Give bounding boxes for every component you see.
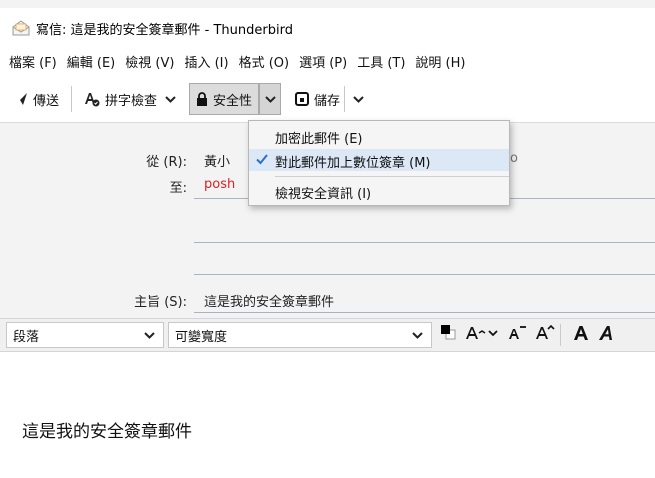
recipient-row-empty-2[interactable] — [0, 247, 655, 275]
menu-item-view-security-info[interactable]: 檢視安全資訊 (I) — [249, 180, 509, 202]
subject-row: 主旨 (S): 這是我的安全簽章郵件 — [0, 285, 655, 313]
paragraph-format-select[interactable]: 段落 — [6, 322, 164, 348]
from-label: 從 (R): — [146, 155, 187, 170]
toolbar-separator — [71, 86, 73, 112]
from-field-tail: o — [510, 151, 518, 166]
recipient-field-underline — [194, 274, 655, 275]
menu-edit[interactable]: 編輯 (E) — [67, 52, 116, 71]
security-label: 安全性 — [213, 93, 253, 109]
encrypt-message-label: 加密此郵件 (E) — [275, 132, 363, 147]
security-button[interactable]: 安全性 — [189, 83, 260, 115]
italic-icon — [598, 325, 614, 345]
menu-file[interactable]: 檔案 (F) — [9, 52, 57, 71]
menu-format[interactable]: 格式 (O) — [239, 52, 290, 71]
window-title: 寫信: 這是我的安全簽章郵件 - Thunderbird — [36, 22, 293, 38]
chevron-down-icon — [352, 92, 364, 107]
view-security-info-label: 檢視安全資訊 (I) — [275, 187, 372, 202]
send-button[interactable]: 傳送 — [8, 84, 65, 114]
send-icon — [14, 92, 28, 106]
font-size-button[interactable] — [464, 322, 500, 348]
chevron-down-icon — [144, 328, 155, 343]
format-separator — [560, 324, 561, 346]
spell-check-icon — [84, 91, 100, 107]
text-color-button[interactable] — [438, 322, 458, 348]
to-label: 至: — [169, 181, 187, 196]
save-dropdown[interactable] — [347, 84, 369, 114]
security-menu: 加密此郵件 (E) 對此郵件加上數位簽章 (M) 檢視安全資訊 (I) — [248, 120, 510, 206]
save-icon — [295, 92, 310, 106]
save-button[interactable]: 儲存 — [289, 84, 342, 114]
menu-options[interactable]: 選項 (P) — [299, 52, 347, 71]
window-top-strip — [0, 0, 655, 8]
subject-field[interactable]: 這是我的安全簽章郵件 — [204, 291, 334, 310]
subject-label: 主旨 (S): — [134, 295, 187, 310]
format-toolbar: 段落 可變寬度 — [0, 318, 655, 352]
recipient-row-empty[interactable] — [0, 215, 655, 243]
bold-button[interactable] — [571, 322, 591, 348]
compose-toolbar: 傳送 拼字檢查 安全性 儲存 — [0, 76, 655, 122]
send-label: 傳送 — [33, 93, 60, 109]
font-size-icon — [465, 325, 499, 345]
font-family-select[interactable]: 可變寬度 — [168, 322, 432, 348]
paragraph-format-value: 段落 — [13, 329, 40, 345]
color-picker-icon — [440, 324, 456, 346]
spell-check-button[interactable]: 拼字檢查 — [78, 84, 159, 114]
decrease-font-size-button[interactable] — [506, 322, 528, 348]
message-body-text: 這是我的安全簽章郵件 — [22, 422, 192, 442]
menu-insert[interactable]: 插入 (I) — [184, 52, 228, 71]
security-dropdown[interactable] — [259, 83, 282, 115]
italic-button[interactable] — [597, 322, 615, 348]
spell-check-label: 拼字檢查 — [105, 93, 158, 109]
increase-font-size-button[interactable] — [534, 322, 556, 348]
spell-check-dropdown[interactable] — [159, 84, 181, 114]
menu-bar: 檔案 (F) 編輯 (E) 檢視 (V) 插入 (I) 格式 (O) 選項 (P… — [0, 48, 655, 74]
font-family-value: 可變寬度 — [175, 329, 228, 345]
save-label: 儲存 — [314, 93, 341, 109]
from-field[interactable]: 黃小 — [204, 151, 230, 170]
font-larger-icon — [535, 324, 555, 345]
menu-item-encrypt-message[interactable]: 加密此郵件 (E) — [249, 125, 509, 147]
toolbar-separator — [344, 86, 346, 112]
menu-view[interactable]: 檢視 (V) — [125, 52, 174, 71]
digitally-sign-label: 對此郵件加上數位簽章 (M) — [275, 156, 431, 171]
menu-item-digitally-sign[interactable]: 對此郵件加上數位簽章 (M) — [249, 149, 509, 171]
font-smaller-icon — [507, 325, 527, 345]
chevron-down-icon — [264, 92, 276, 107]
chevron-down-icon — [412, 328, 423, 343]
message-body-editor[interactable]: 這是我的安全簽章郵件 — [0, 353, 655, 478]
title-bar: 寫信: 這是我的安全簽章郵件 - Thunderbird — [0, 8, 655, 48]
chevron-down-icon — [164, 92, 176, 107]
lock-icon — [196, 92, 208, 106]
menu-separator — [275, 176, 509, 177]
compose-window-icon — [12, 20, 30, 36]
bold-icon — [573, 325, 589, 345]
menu-tools[interactable]: 工具 (T) — [357, 52, 405, 71]
checkmark-icon — [255, 152, 269, 170]
to-recipient[interactable]: posh — [204, 177, 235, 192]
recipient-field-underline — [194, 242, 655, 243]
subject-field-underline — [194, 312, 655, 313]
menu-help[interactable]: 說明 (H) — [415, 52, 465, 71]
